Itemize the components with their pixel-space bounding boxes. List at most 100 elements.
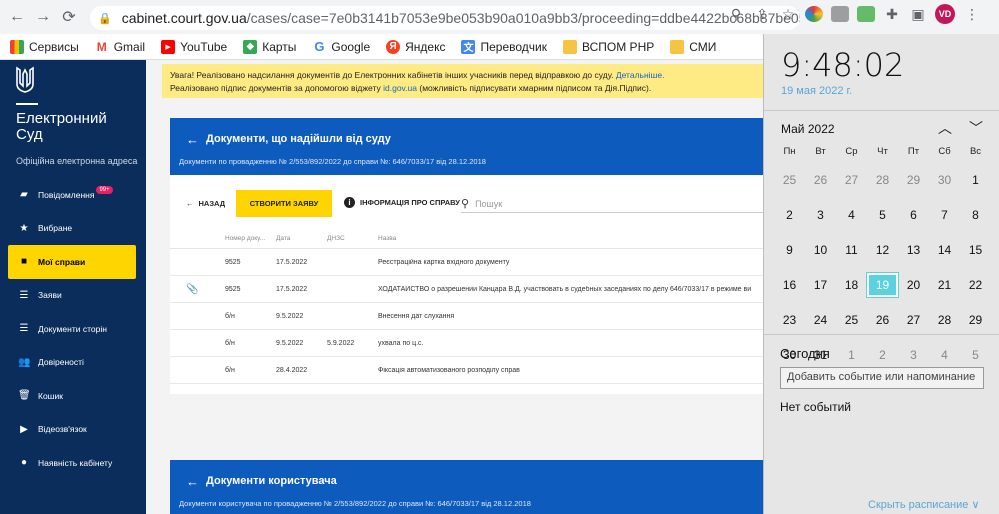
calendar-day[interactable]: 1 [836, 343, 867, 367]
sidebar-item-party-documents[interactable]: ☰ Документи сторін [0, 312, 146, 346]
clock-date[interactable]: 19 мая 2022 г. [781, 85, 852, 97]
add-event-input[interactable]: Добавить событие или напоминание [780, 367, 984, 389]
reload-icon[interactable]: ⟳ [56, 4, 82, 30]
calendar-day[interactable]: 2 [867, 343, 898, 367]
table-row[interactable]: б/н 9.5.2022 Внесення дат слухання [170, 303, 763, 330]
sidebar-item-trash[interactable]: 🗑 Кошик [0, 379, 146, 413]
sidebar-item-applications[interactable]: ☰ Заяви [0, 279, 146, 313]
calendar-day[interactable]: 15 [960, 238, 991, 262]
calendar-day[interactable]: 21 [929, 273, 960, 297]
calendar-day[interactable]: 14 [929, 238, 960, 262]
calendar-day[interactable]: 28 [929, 308, 960, 332]
sidebar-item-notifications[interactable]: ▰ Повідомлення 99+ [0, 178, 146, 212]
calendar-day[interactable]: 1 [960, 168, 991, 192]
calendar-day[interactable]: 25 [774, 168, 805, 192]
calendar-day[interactable]: 4 [929, 343, 960, 367]
calendar-day[interactable]: 22 [960, 273, 991, 297]
sidebar-item-video[interactable]: ▶ Відеозв'язок [0, 413, 146, 447]
calendar-day[interactable]: 7 [929, 203, 960, 227]
column-dnzs[interactable]: ДНЗС [327, 235, 378, 242]
calendar-day[interactable]: 30 [929, 168, 960, 192]
bookmark-services[interactable]: Сервисы [10, 39, 79, 54]
idgov-link[interactable]: id.gov.ua [383, 83, 417, 93]
calendar-day[interactable]: 26 [805, 168, 836, 192]
sidebar-item-powers-of-attorney[interactable]: 👥 Довіреності [0, 346, 146, 380]
column-number[interactable]: Номер доку... [225, 235, 276, 242]
calendar-day[interactable]: 8 [960, 203, 991, 227]
calendar-day[interactable]: 20 [898, 273, 929, 297]
details-link[interactable]: Детальніше. [616, 70, 665, 80]
bookmark-gmail[interactable]: M Gmail [95, 40, 145, 54]
calendar-day[interactable]: 17 [805, 273, 836, 297]
calendar-day[interactable]: 27 [836, 168, 867, 192]
chevron-up-icon[interactable]: ︿ [938, 118, 952, 138]
calendar-day[interactable]: 12 [867, 238, 898, 262]
extension-green-icon[interactable] [857, 6, 875, 22]
calendar-day[interactable]: 16 [774, 273, 805, 297]
calendar-day[interactable]: 5 [960, 343, 991, 367]
calendar-day[interactable]: 11 [836, 238, 867, 262]
chevron-down-icon[interactable]: ﹀ [969, 118, 983, 138]
calendar-day[interactable]: 27 [898, 308, 929, 332]
puzzle-icon[interactable]: ✚ [883, 6, 901, 23]
table-row[interactable]: 9525 17.5.2022 Реєстраційна картка вхідн… [170, 249, 763, 276]
calendar-day[interactable]: 25 [836, 308, 867, 332]
back-button[interactable]: ← НАЗАД [186, 199, 225, 208]
calendar-month[interactable]: Май 2022 [781, 122, 835, 136]
calendar-day[interactable]: 13 [898, 238, 929, 262]
star-icon[interactable]: ☆ [779, 6, 797, 23]
bookmark-youtube[interactable]: ▶ YouTube [161, 39, 227, 54]
column-name[interactable]: Назва [378, 235, 763, 242]
sidepanel-icon[interactable]: ▣ [909, 6, 927, 23]
create-application-button[interactable]: СТВОРИТИ ЗАЯВУ [236, 190, 332, 217]
notice-banner: Увага! Реалізовано надсилання документів… [162, 64, 763, 98]
bookmark-maps[interactable]: ◆ Карты [243, 39, 296, 54]
back-arrow-icon[interactable]: ← [4, 4, 30, 30]
bookmark-folder-vspom[interactable]: ВСПОМ РНР [563, 39, 654, 54]
address-bar[interactable]: 🔒 cabinet.court.gov.ua/cases/case=7e0b31… [90, 6, 800, 30]
star-icon: ★ [19, 222, 29, 234]
back-arrow-icon[interactable]: ← [186, 132, 199, 147]
attachment-icon[interactable]: 📎 [170, 284, 225, 295]
column-date[interactable]: Дата [276, 235, 327, 242]
calendar-day[interactable]: 23 [774, 308, 805, 332]
calendar-day[interactable]: 3 [805, 203, 836, 227]
calendar-day[interactable]: 29 [960, 308, 991, 332]
calendar-day-today[interactable]: 19 [866, 272, 899, 298]
calendar-day[interactable]: 10 [805, 238, 836, 262]
hide-schedule-link[interactable]: Скрыть расписание ∨ [868, 498, 980, 511]
search-input[interactable]: ⚲ Пошук [461, 195, 763, 213]
table-row[interactable]: 📎 9525 17.5.2022 ХОДАТАЙСТВО о разрешени… [170, 276, 763, 303]
forward-arrow-icon[interactable]: → [30, 4, 56, 30]
calendar-day[interactable]: 18 [836, 273, 867, 297]
extension-gray-icon[interactable] [831, 6, 849, 22]
extension-color-icon[interactable] [805, 6, 823, 22]
sidebar-item-my-cases[interactable]: ■ Мої справи [8, 245, 136, 279]
calendar-day[interactable]: 24 [805, 308, 836, 332]
calendar-day[interactable]: 2 [774, 203, 805, 227]
menu-kebab-icon[interactable]: ⋮ [963, 6, 981, 23]
table-row[interactable]: б/н 9.5.2022 5.9.2022 ухвала по ц.с. [170, 330, 763, 357]
bookmark-folder-smi[interactable]: СМИ [670, 39, 716, 54]
avatar[interactable]: VD [935, 4, 955, 24]
table-row[interactable]: б/н 28.4.2022 Фіксація автоматизованого … [170, 357, 763, 384]
calendar-day[interactable]: 26 [867, 308, 898, 332]
sidebar-item-favorites[interactable]: ★ Вибране [0, 212, 146, 246]
calendar-day[interactable]: 9 [774, 238, 805, 262]
calendar-day[interactable]: 5 [867, 203, 898, 227]
trident-logo-icon [16, 66, 34, 100]
calendar-day[interactable]: 6 [898, 203, 929, 227]
calendar-day[interactable]: 28 [867, 168, 898, 192]
sidebar-item-cabinet-check[interactable]: ● Наявність кабінету [0, 446, 146, 480]
calendar-day[interactable]: 29 [898, 168, 929, 192]
back-arrow-icon[interactable]: ← [186, 474, 199, 489]
bookmark-google[interactable]: G Google [312, 39, 370, 54]
case-info-button[interactable]: i ІНФОРМАЦІЯ ПРО СПРАВУ [344, 197, 460, 208]
share-icon[interactable]: ⇪ [753, 6, 771, 23]
calendar-day[interactable]: 3 [898, 343, 929, 367]
zoom-icon[interactable]: ⚲ [727, 6, 745, 23]
calendar-day[interactable]: 4 [836, 203, 867, 227]
yandex-icon: Я [386, 39, 401, 54]
bookmark-yandex[interactable]: Я Яндекс [386, 39, 445, 54]
bookmark-translate[interactable]: 文 Переводчик [461, 39, 547, 54]
